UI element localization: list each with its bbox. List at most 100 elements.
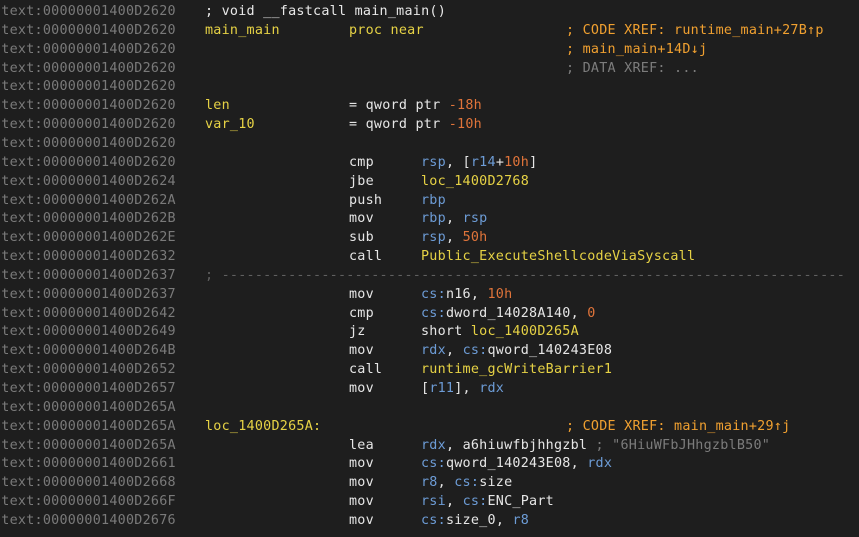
address-label: .text:00000001400D2620 (0, 60, 176, 76)
listing-line[interactable]: .text:00000001400D265A lea rdx, a6hiuwfbjh… (0, 436, 859, 455)
listing-line[interactable]: .text:00000001400D2661 mov cs:qword_140243… (0, 454, 859, 473)
listing-line[interactable]: .text:00000001400D2620 len = qword ptr -18… (0, 96, 859, 115)
register-token: rbp (421, 211, 446, 227)
address-label: .text:00000001400D2649 (0, 324, 176, 340)
address-label: .text:00000001400D2620 (0, 4, 176, 19)
instruction-mnemonic: call (349, 362, 383, 378)
function-signature-comment: ; void __fastcall main_main() (205, 4, 447, 19)
xref-comment[interactable]: ; main_main+14D↓j (566, 42, 707, 57)
address-label: .text:00000001400D2620 (0, 117, 176, 133)
instruction-operands: loc_1400D2768 (421, 172, 529, 191)
instruction-mnemonic: mov (349, 494, 374, 510)
listing-line[interactable]: .text:00000001400D2624 jbe loc_1400D2768 (0, 172, 859, 191)
xref-comment[interactable]: ; CODE XREF: runtime_main+27B↑p (566, 21, 824, 40)
operand-text: , (470, 286, 488, 302)
listing-line[interactable]: .text:00000001400D2620 cmp rsp, [r14+10h] (0, 153, 859, 172)
code-reference-link[interactable]: loc_1400D265A (471, 324, 579, 339)
listing-line[interactable]: .text:00000001400D262B mov rbp, rsp (0, 209, 859, 228)
instruction-operands: cs:size_0, r8 (421, 511, 529, 530)
immediate-value: 50h (462, 230, 488, 246)
listing-line[interactable]: .text:00000001400D266F mov rsi, cs:ENC_Par… (0, 492, 859, 511)
code-reference-link[interactable]: loc_1400D2768 (421, 174, 529, 189)
address-label: .text:00000001400D262B (0, 211, 176, 227)
listing-line[interactable]: .text:00000001400D2657 mov [r11], rdx (0, 379, 859, 398)
variable-definition: = qword ptr -10h (349, 115, 482, 134)
listing-line[interactable]: .text:00000001400D262A push rbp (0, 191, 859, 210)
operand-text: , (445, 211, 463, 227)
listing-line[interactable]: .text:00000001400D2668 mov r8, cs:size (0, 473, 859, 492)
instruction-mnemonic: mov (349, 381, 374, 396)
register-token: rsp (421, 230, 446, 246)
operand-text: ENC_Part (487, 494, 554, 510)
register-token: rdx (421, 343, 446, 359)
operand-text: dword_14028A140 (445, 305, 571, 321)
register-token: r8 (421, 475, 438, 491)
address-label: .text:00000001400D2676 (0, 512, 176, 528)
register-token: rsi (421, 494, 446, 510)
listing-line[interactable]: .text:00000001400D2637 ; ----------------… (0, 266, 859, 285)
listing-line[interactable]: .text:00000001400D2652 call runtime_gcWrit… (0, 360, 859, 379)
code-label[interactable]: var_10 (205, 115, 255, 134)
instruction-operands: runtime_gcWriteBarrier1 (421, 360, 612, 379)
immediate-value: 10h (487, 286, 513, 302)
listing-line[interactable]: .text:00000001400D2642 cmp cs:dword_14028A… (0, 304, 859, 323)
address-label: .text:00000001400D265A (0, 437, 176, 453)
listing-line[interactable]: .text:00000001400D262E sub rsp, 50h (0, 228, 859, 247)
listing-line[interactable]: .text:00000001400D2620 ; DATA XREF: ... (0, 59, 859, 78)
listing-line[interactable]: .text:00000001400D2620 main_main proc near… (0, 21, 859, 40)
instruction-operands: Public_ExecuteShellcodeViaSyscall (421, 247, 695, 266)
xref-comment[interactable]: ; CODE XREF: main_main+29↑j (566, 417, 790, 436)
address-label: .text:00000001400D2620 (0, 135, 176, 151)
instruction-mnemonic: cmp (349, 305, 374, 321)
instruction-mnemonic: mov (349, 286, 374, 302)
operand-text: ], (454, 381, 480, 396)
code-reference-link[interactable]: runtime_gcWriteBarrier1 (421, 362, 612, 377)
xref-comment[interactable]: ; CODE XREF: runtime_main+27B↑p (566, 23, 824, 38)
xref-comment[interactable]: ; DATA XREF: ... (566, 59, 699, 78)
address-label: .text:00000001400D2620 (0, 41, 176, 57)
listing-line[interactable]: .text:00000001400D2620 (0, 134, 859, 153)
register-token: rdx (587, 456, 613, 472)
instruction-operands: cs:dword_14028A140, 0 (421, 304, 596, 323)
register-token: cs: (462, 343, 488, 359)
register-token: cs: (421, 512, 446, 528)
instruction-operands: r8, cs:size (421, 473, 512, 492)
operand-text: + (495, 154, 505, 170)
listing-line[interactable]: .text:00000001400D2637 mov cs:n16, 10h (0, 285, 859, 304)
listing-line[interactable]: .text:00000001400D2649 jz short loc_1400D2… (0, 322, 859, 341)
register-token: cs: (421, 456, 446, 472)
xref-comment[interactable]: ; CODE XREF: main_main+29↑j (566, 419, 790, 434)
instruction-mnemonic: mov (349, 512, 374, 528)
disassembly-view[interactable]: .text:00000001400D2620 ; void __fastcall … (0, 0, 859, 537)
immediate-value: -10h (448, 117, 482, 133)
operand-text: qword_140243E08 (445, 456, 571, 472)
instruction-operands: rbp, rsp (421, 209, 488, 228)
register-token: cs: (421, 305, 446, 321)
instruction-operands: cs:qword_140243E08, rdx (421, 454, 612, 473)
register-token: rsp (462, 211, 488, 227)
listing-line[interactable]: .text:00000001400D2620 var_10 = qword ptr … (0, 115, 859, 134)
listing-line[interactable]: .text:00000001400D2620 (0, 77, 859, 96)
address-label: .text:00000001400D262E (0, 230, 176, 246)
code-label[interactable]: main_main (205, 21, 280, 40)
instruction-mnemonic: call (349, 249, 383, 265)
operand-text: , (445, 494, 463, 510)
register-token: rdx (479, 381, 505, 396)
operand-text: , (495, 512, 513, 528)
code-label[interactable]: len (205, 96, 230, 115)
listing-line[interactable]: .text:00000001400D2620 ; void __fastcall … (0, 2, 859, 21)
operand-text: , (445, 437, 463, 453)
xref-comment[interactable]: ; main_main+14D↓j (566, 40, 707, 59)
listing-line[interactable]: .text:00000001400D265A loc_1400D265A: ; CO… (0, 417, 859, 436)
listing-line[interactable]: .text:00000001400D264B mov rdx, cs:qword_1… (0, 341, 859, 360)
operand-text: a6hiuwfbjhhgzbl (462, 437, 588, 453)
section-separator: ; --------------------------------------… (205, 267, 846, 283)
string-comment: ; "6HiuWFbJHhgzblB50" (587, 437, 771, 453)
code-reference-link[interactable]: Public_ExecuteShellcodeViaSyscall (421, 249, 695, 264)
code-label[interactable]: loc_1400D265A: (205, 417, 321, 436)
listing-line[interactable]: .text:00000001400D2676 mov cs:size_0, r8 (0, 511, 859, 530)
listing-line[interactable]: .text:00000001400D265A (0, 398, 859, 417)
operand-text: , (445, 230, 463, 246)
listing-line[interactable]: .text:00000001400D2620 ; main_main+14D↓j (0, 40, 859, 59)
listing-line[interactable]: .text:00000001400D2632 call Public_Execute… (0, 247, 859, 266)
